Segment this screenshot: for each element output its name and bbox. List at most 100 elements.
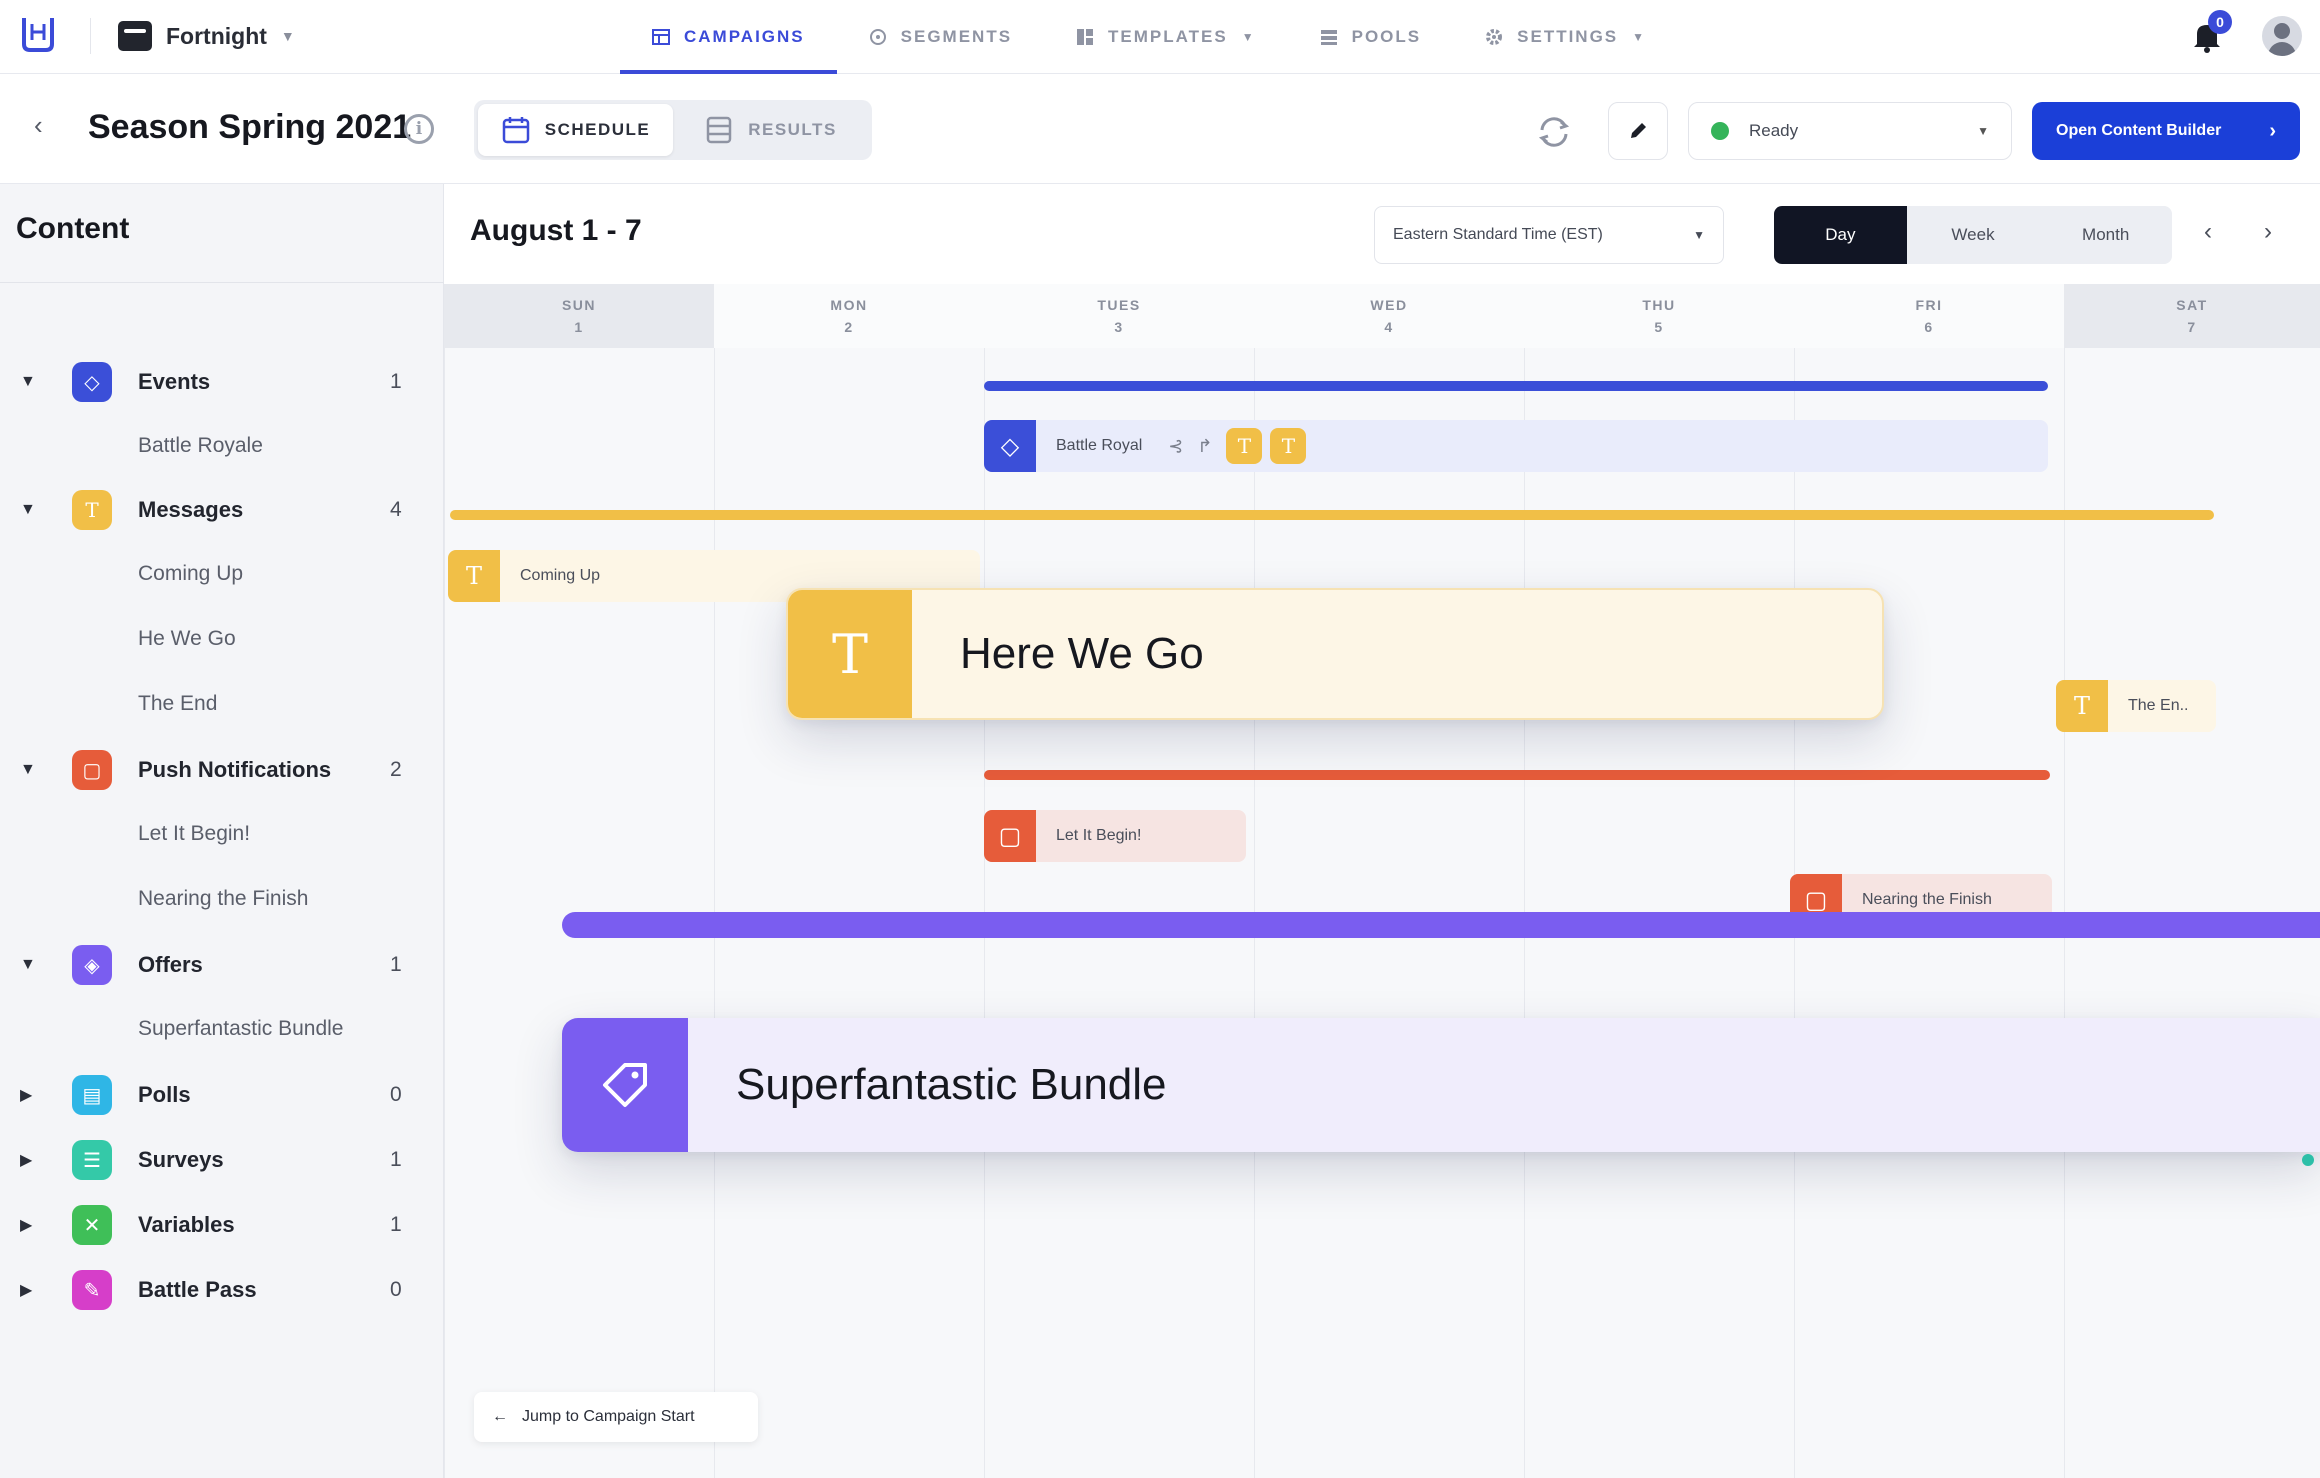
sidebar-item-superfantastic-bundle[interactable]: Superfantastic Bundle: [138, 1017, 343, 1041]
event-the-end[interactable]: T The En..: [2056, 680, 2216, 732]
sidebar-category-offers[interactable]: ▼ ◈ Offers 1: [0, 940, 444, 990]
avatar[interactable]: [2262, 16, 2302, 56]
jump-to-campaign-start-button[interactable]: ← Jump to Campaign Start: [474, 1392, 758, 1442]
caret-down-icon[interactable]: ▼: [20, 761, 36, 779]
game-icon: [118, 21, 152, 51]
events-icon: ◇: [72, 362, 112, 402]
day-column: [714, 284, 984, 1478]
previous-arrow-icon[interactable]: ‹: [2204, 218, 2212, 246]
main-tabs: CAMPAIGNS SEGMENTS TEMPLATES ▼ POOLS SET…: [620, 0, 1678, 74]
sidebar-category-events[interactable]: ▼ ◇ Events 1: [0, 357, 444, 407]
poll-icon: ▤: [72, 1075, 112, 1115]
events-timeline-bar[interactable]: [984, 381, 2048, 391]
campaign-header: ‹ Season Spring 2021 i SCHEDULE RESULTS …: [0, 74, 2320, 184]
project-selector[interactable]: Fortnight ▼: [118, 16, 295, 56]
category-count: 1: [390, 370, 402, 393]
sidebar-item-nearing-the-finish[interactable]: Nearing the Finish: [138, 887, 308, 911]
sidebar-category-variables[interactable]: ▶ ✕ Variables 1: [0, 1200, 444, 1250]
redirect-icon: ↱: [1197, 435, 1213, 456]
caret-right-icon[interactable]: ▶: [20, 1215, 32, 1235]
edit-button[interactable]: [1608, 102, 1668, 160]
event-let-it-begin[interactable]: ▢ Let It Begin!: [984, 810, 1246, 862]
sidebar-category-messages[interactable]: ▼ T Messages 4: [0, 485, 444, 535]
tab-label: CAMPAIGNS: [684, 27, 805, 46]
caret-right-icon[interactable]: ▶: [20, 1085, 32, 1105]
day-header-fri: FRI 6: [1794, 284, 2064, 348]
tag-icon: ◈: [72, 945, 112, 985]
tab-schedule[interactable]: SCHEDULE: [478, 104, 673, 156]
category-count: 1: [390, 1213, 402, 1236]
event-label: Coming Up: [520, 567, 601, 584]
category-count: 0: [390, 1083, 402, 1106]
sidebar-item-he-we-go[interactable]: He We Go: [138, 627, 236, 651]
message-icon: T: [788, 590, 912, 718]
chevron-down-icon: ▼: [1977, 124, 1989, 138]
chevron-down-icon: ▼: [1241, 30, 1256, 44]
arrow-left-icon: ←: [492, 1408, 508, 1425]
day-number: 6: [1924, 319, 1934, 335]
event-battle-royal[interactable]: ◇ Battle Royal ⊰ ↱ T T: [984, 420, 2048, 472]
event-label: Let It Begin!: [1056, 827, 1142, 844]
caret-right-icon[interactable]: ▶: [20, 1280, 32, 1300]
messages-timeline-bar[interactable]: [450, 510, 2214, 520]
sidebar-category-polls[interactable]: ▶ ▤ Polls 0: [0, 1070, 444, 1120]
chevron-down-icon: ▼: [1693, 228, 1705, 242]
tab-pools[interactable]: POOLS: [1288, 0, 1454, 74]
sidebar-item-the-end[interactable]: The End: [138, 692, 217, 716]
tab-templates[interactable]: TEMPLATES ▼: [1044, 0, 1288, 74]
tab-campaigns[interactable]: CAMPAIGNS: [620, 0, 837, 74]
category-count: 2: [390, 758, 402, 781]
message-icon: T: [448, 550, 500, 602]
tab-results[interactable]: RESULTS: [673, 104, 868, 156]
timezone-dropdown[interactable]: Eastern Standard Time (EST) ▼: [1374, 206, 1724, 264]
open-content-builder-button[interactable]: Open Content Builder ›: [2032, 102, 2300, 160]
event-label: Nearing the Finish: [1862, 891, 1992, 908]
calendar-toolbar: August 1 - 7 Eastern Standard Time (EST)…: [444, 184, 2320, 284]
sidebar-item-let-it-begin[interactable]: Let It Begin!: [138, 822, 250, 846]
day-header-wed: WED 4: [1254, 284, 1524, 348]
caret-right-icon[interactable]: ▶: [20, 1150, 32, 1170]
caret-down-icon[interactable]: ▼: [20, 501, 36, 519]
next-arrow-icon[interactable]: ›: [2264, 218, 2272, 246]
category-count: 0: [390, 1278, 402, 1301]
category-label: Offers: [138, 952, 203, 977]
status-label: Ready: [1749, 121, 1799, 140]
app-logo-icon[interactable]: [20, 14, 56, 54]
tab-label: SEGMENTS: [900, 27, 1013, 46]
view-month-button[interactable]: Month: [2039, 206, 2172, 264]
view-day-button[interactable]: Day: [1774, 206, 1907, 264]
caret-down-icon[interactable]: ▼: [20, 956, 36, 974]
sidebar-item-battle-royale[interactable]: Battle Royale: [138, 434, 263, 458]
sidebar-item-coming-up[interactable]: Coming Up: [138, 562, 243, 586]
tag-icon: [562, 1018, 688, 1152]
caret-down-icon[interactable]: ▼: [20, 373, 36, 391]
category-count: 4: [390, 498, 402, 521]
message-icon: T: [1270, 428, 1307, 464]
category-label: Events: [138, 369, 211, 394]
status-dropdown[interactable]: Ready ▼: [1688, 102, 2012, 160]
tab-segments[interactable]: SEGMENTS: [837, 0, 1044, 74]
view-week-button[interactable]: Week: [1907, 206, 2040, 264]
category-count: 1: [390, 953, 402, 976]
day-number: 4: [1384, 319, 1394, 335]
category-count: 1: [390, 1148, 402, 1171]
back-arrow-icon[interactable]: ‹: [34, 110, 43, 141]
sidebar-category-battle-pass[interactable]: ▶ ✎ Battle Pass 0: [0, 1265, 444, 1315]
category-label: Push Notifications: [138, 757, 332, 782]
info-icon[interactable]: i: [404, 114, 434, 144]
chevron-down-icon: ▼: [1632, 30, 1647, 44]
sidebar-category-surveys[interactable]: ▶ ☰ Surveys 1: [0, 1135, 444, 1185]
event-here-we-go-card[interactable]: T Here We Go: [786, 588, 1884, 720]
event-label: Battle Royal: [1056, 437, 1143, 454]
event-superfantastic-bundle-card[interactable]: Superfantastic Bundle: [562, 1018, 2320, 1152]
tab-settings[interactable]: SETTINGS ▼: [1453, 0, 1678, 74]
category-label: Battle Pass: [138, 1277, 257, 1302]
sidebar-category-push-notifications[interactable]: ▼ ▢ Push Notifications 2: [0, 745, 444, 795]
day-number: 3: [1114, 319, 1124, 335]
sync-icon[interactable]: [1534, 112, 1574, 152]
calendar-grid-icon: [652, 29, 670, 45]
push-timeline-bar[interactable]: [984, 770, 2050, 780]
day-number: 5: [1654, 319, 1664, 335]
offers-timeline-bar[interactable]: [562, 912, 2320, 938]
gear-icon: [1486, 29, 1503, 45]
